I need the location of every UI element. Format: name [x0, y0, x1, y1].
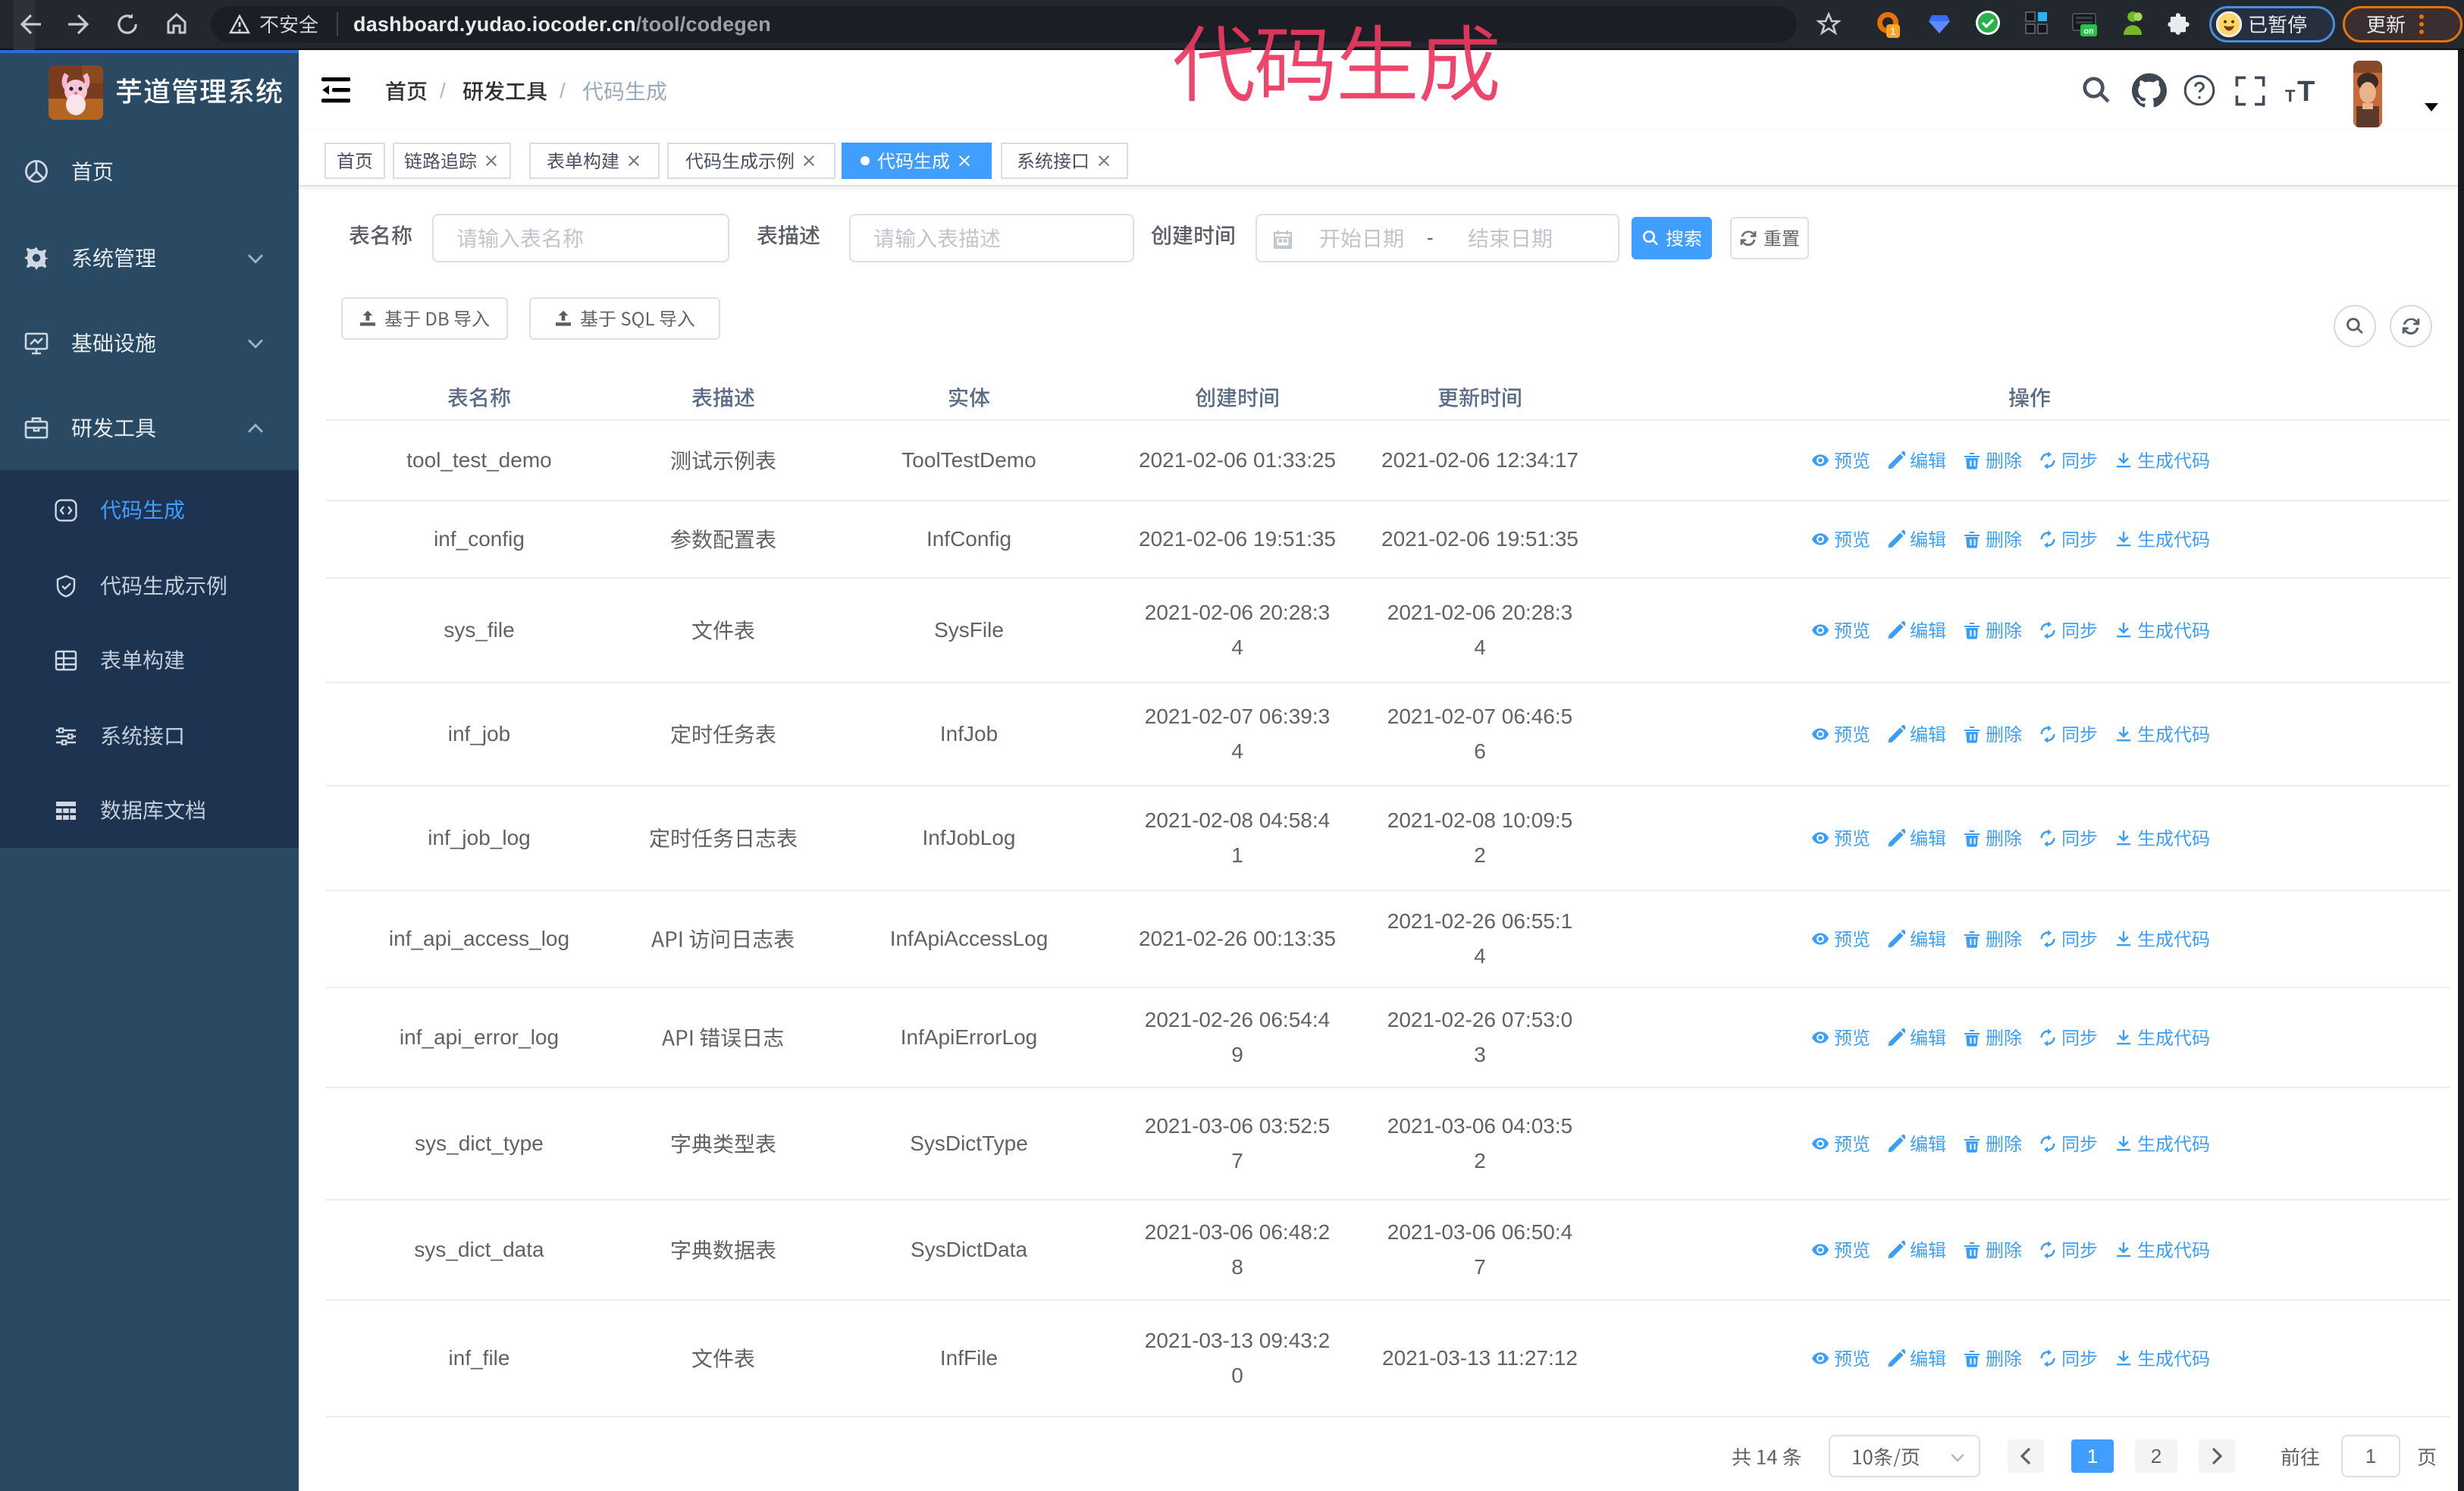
svg-text:T: T: [2285, 86, 2296, 105]
svg-text:1: 1: [1890, 25, 1896, 37]
svg-text:on: on: [2083, 27, 2094, 36]
svg-text:T: T: [2297, 76, 2315, 106]
